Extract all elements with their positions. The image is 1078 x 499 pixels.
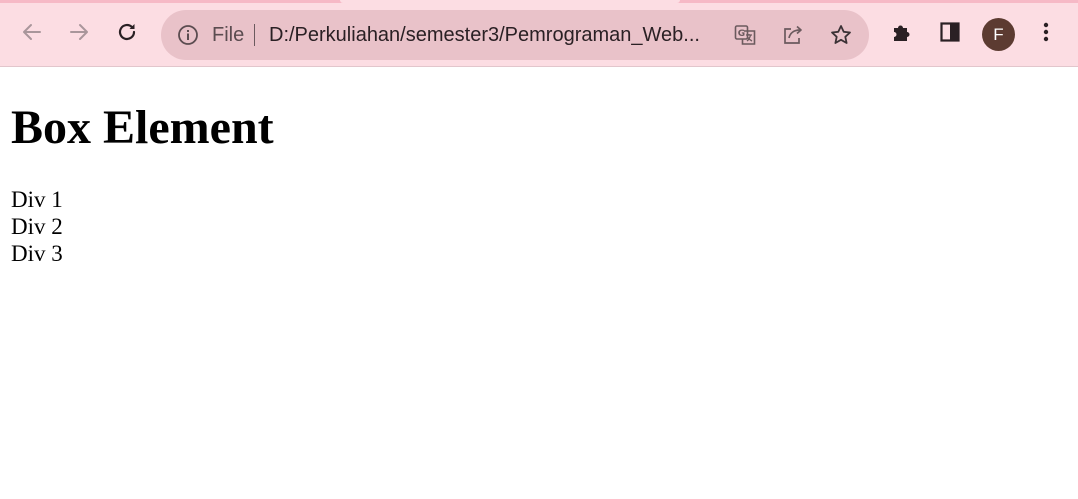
div-3: Div 3 [11,241,63,266]
share-icon[interactable] [781,23,805,47]
reload-icon [118,23,136,41]
star-icon[interactable] [829,23,853,47]
side-panel-button[interactable] [933,15,967,49]
profile-initial: F [993,24,1004,44]
more-vert-icon [1043,22,1049,42]
back-button[interactable] [15,15,49,49]
active-tab-edge [340,0,680,3]
back-arrow-icon [23,24,41,40]
browser-toolbar: File D:/Perkuliahan/semester3/Pemrograma… [0,0,1078,67]
page-title: Box Element [11,101,274,154]
extensions-button[interactable] [885,15,919,49]
side-panel-icon [940,22,960,42]
info-icon[interactable] [177,24,199,46]
div-1: Div 1 [11,187,63,212]
menu-button[interactable] [1029,15,1063,49]
profile-avatar[interactable]: F [982,18,1015,51]
address-url[interactable]: D:/Perkuliahan/semester3/Pemrograman_Web… [269,22,719,48]
address-scheme-label: File [212,24,245,46]
translate-icon[interactable]: G [733,23,757,47]
page-content: Box Element Div 1 Div 2 Div 3 [0,67,1078,499]
forward-button[interactable] [62,15,96,49]
div-2: Div 2 [11,214,63,239]
forward-arrow-icon [70,24,88,40]
address-bar[interactable]: File D:/Perkuliahan/semester3/Pemrograma… [161,10,869,60]
extensions-puzzle-icon [894,25,910,41]
address-separator [254,24,255,46]
reload-button[interactable] [110,15,144,49]
